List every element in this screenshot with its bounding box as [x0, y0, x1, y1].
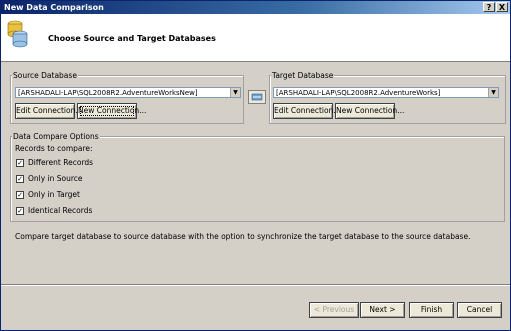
description-text: Compare target database to source databa… [15, 232, 471, 241]
target-new-connection-button[interactable]: New Connection... [335, 103, 404, 119]
different-records-checkbox[interactable]: ✓ [16, 159, 24, 167]
swap-icon [251, 93, 263, 101]
swap-databases-button[interactable] [248, 90, 266, 104]
chevron-down-icon[interactable]: ▼ [488, 88, 498, 97]
data-compare-options-label: Data Compare Options [12, 132, 100, 141]
new-data-comparison-dialog: New Data Comparison ? X Choose Source an… [0, 0, 511, 331]
target-database-label: Target Database [271, 71, 335, 80]
database-icon [7, 20, 28, 48]
window-title: New Data Comparison [4, 3, 104, 12]
identical-records-label: Identical Records [28, 206, 93, 215]
only-in-source-label: Only in Source [28, 174, 83, 183]
source-database-label: Source Database [12, 71, 78, 80]
close-button[interactable]: X [496, 2, 508, 12]
chevron-down-icon[interactable]: ▼ [230, 88, 240, 97]
footer-separator [1, 284, 510, 286]
source-edit-connection-button[interactable]: Edit Connection... [15, 103, 83, 119]
identical-records-checkbox[interactable]: ✓ [16, 207, 24, 215]
target-database-select[interactable]: [ARSHADALI-LAP\SQL2008R2.AdventureWorks]… [273, 87, 499, 98]
title-bar[interactable]: New Data Comparison ? X [1, 1, 510, 14]
records-to-compare-label: Records to compare: [15, 144, 93, 153]
next-button[interactable]: Next > [360, 302, 405, 318]
only-in-source-checkbox[interactable]: ✓ [16, 175, 24, 183]
source-new-connection-button[interactable]: New Connection... [77, 103, 146, 119]
help-button[interactable]: ? [483, 2, 495, 12]
previous-button[interactable]: < Previous [309, 302, 359, 318]
page-title: Choose Source and Target Databases [48, 34, 216, 43]
only-in-target-checkbox[interactable]: ✓ [16, 191, 24, 199]
wizard-header: Choose Source and Target Databases [1, 14, 510, 62]
finish-button[interactable]: Finish [409, 302, 454, 318]
target-edit-connection-button[interactable]: Edit Connection... [273, 103, 341, 119]
target-database-value: [ARSHADALI-LAP\SQL2008R2.AdventureWorks] [276, 89, 441, 97]
different-records-label: Different Records [28, 158, 94, 167]
only-in-target-label: Only in Target [28, 190, 80, 199]
source-database-value: [ARSHADALI-LAP\SQL2008R2.AdventureWorksN… [18, 89, 198, 97]
cancel-button[interactable]: Cancel [457, 302, 502, 318]
source-database-select[interactable]: [ARSHADALI-LAP\SQL2008R2.AdventureWorksN… [15, 87, 241, 98]
